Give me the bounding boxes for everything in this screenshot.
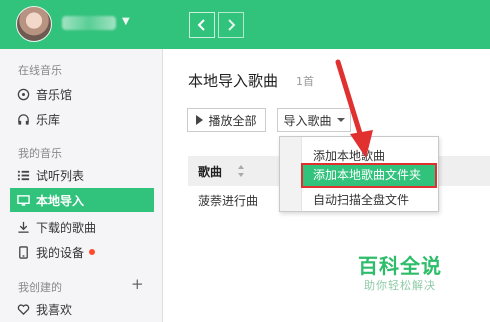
menu-item-auto-scan[interactable]: 自动扫描全盘文件 (313, 191, 409, 208)
section-created: 我创建的 (18, 281, 62, 294)
import-songs-label: 导入歌曲 (283, 113, 332, 128)
forward-button[interactable] (218, 12, 244, 38)
download-icon (18, 221, 29, 233)
sidebar-item-my-devices[interactable]: 我的设备 (10, 240, 154, 264)
heart-icon (17, 303, 30, 315)
sidebar-item-label: 乐库 (36, 112, 61, 127)
menu-item-add-local-folder[interactable]: 添加本地歌曲文件夹 (301, 163, 437, 188)
avatar[interactable] (16, 6, 52, 42)
play-icon (196, 115, 204, 125)
column-song[interactable]: 歌曲 (198, 163, 222, 180)
section-my-music: 我的音乐 (18, 147, 62, 160)
sidebar-item-label: 下载的歌曲 (36, 220, 97, 235)
section-online-music: 在线音乐 (18, 64, 62, 77)
sidebar-item-label: 试听列表 (36, 168, 85, 183)
chevron-left-icon (197, 19, 205, 31)
chevron-right-icon (228, 19, 236, 31)
watermark-logo: 百科全说 (358, 254, 442, 278)
menu-gutter (280, 137, 302, 211)
list-icon (17, 170, 30, 180)
sidebar-item-music-hall[interactable]: 音乐馆 (10, 82, 154, 106)
back-button[interactable] (189, 12, 215, 38)
table-row[interactable]: 菠萘进行曲 (198, 192, 258, 209)
import-songs-button[interactable]: 导入歌曲 (277, 108, 351, 132)
headphones-icon (18, 113, 29, 125)
play-all-label: 播放全部 (208, 113, 257, 128)
sort-icon[interactable] (237, 164, 245, 178)
monitor-icon (17, 194, 30, 206)
play-all-button[interactable]: 播放全部 (187, 108, 266, 132)
page-title: 本地导入歌曲 (188, 72, 279, 90)
menu-item-add-local-songs[interactable]: 添加本地歌曲 (313, 147, 385, 164)
import-dropdown-menu: 添加本地歌曲 添加本地歌曲文件夹 自动扫描全盘文件 (279, 136, 439, 212)
chevron-down-icon (336, 118, 345, 122)
sidebar-item-label: 我喜欢 (36, 302, 73, 317)
track-count: 1首 (296, 75, 314, 88)
sidebar-item-library[interactable]: 乐库 (10, 107, 154, 131)
watermark-tagline: 助你轻松解决 (364, 279, 436, 292)
sidebar-item-downloads[interactable]: 下载的歌曲 (10, 215, 154, 239)
sidebar: 在线音乐 音乐馆 乐库 我的音乐 试听列表 本地导入 下载的歌曲 我的设备 我创… (0, 49, 163, 322)
notification-dot (89, 249, 96, 255)
sidebar-item-label: 本地导入 (36, 193, 85, 208)
sidebar-item-local-import[interactable]: 本地导入 (10, 188, 154, 212)
top-header: ▼ (0, 0, 490, 49)
sidebar-item-trial-list[interactable]: 试听列表 (10, 163, 154, 187)
device-icon (19, 245, 28, 259)
sidebar-item-label: 我的设备 (36, 245, 85, 260)
account-caret-icon[interactable]: ▼ (122, 16, 130, 27)
username-blurred[interactable] (62, 16, 116, 30)
create-playlist-button[interactable]: + (131, 277, 144, 292)
sidebar-item-favorites[interactable]: 我喜欢 (10, 297, 154, 321)
sidebar-item-label: 音乐馆 (36, 87, 73, 102)
disc-icon (17, 88, 30, 100)
